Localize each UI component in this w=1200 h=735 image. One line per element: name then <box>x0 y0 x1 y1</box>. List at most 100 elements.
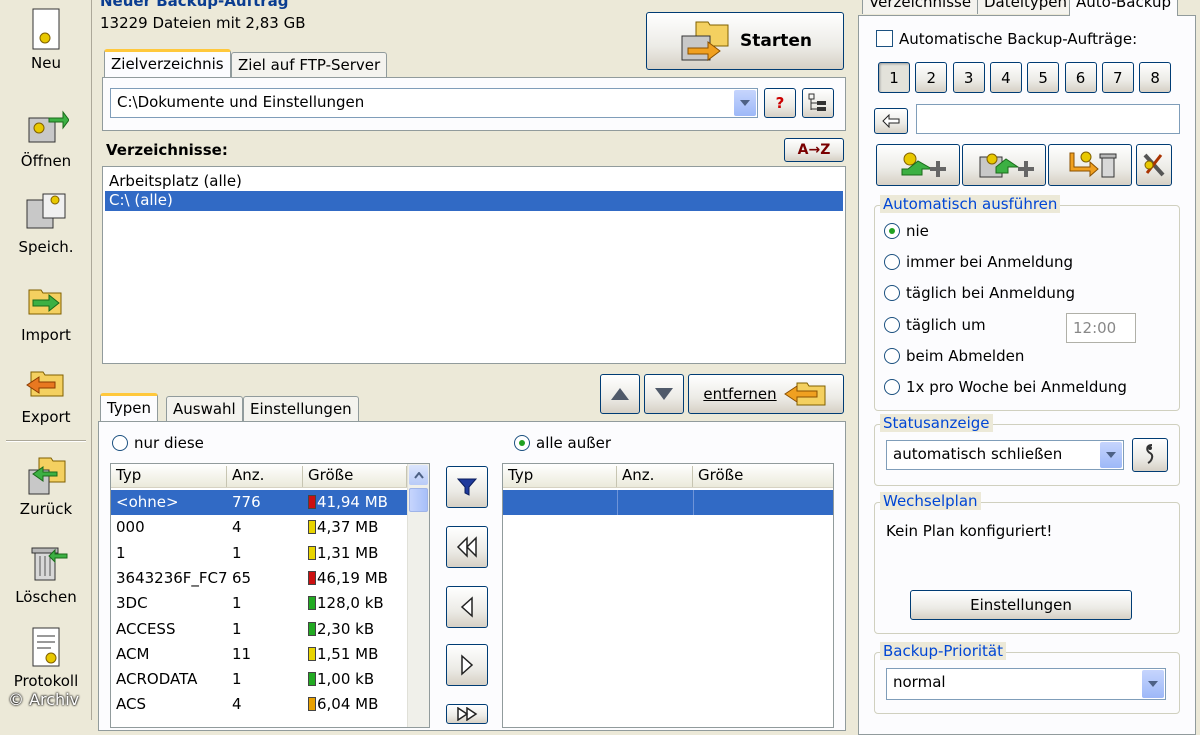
move-down-button[interactable] <box>644 374 684 414</box>
start-backup-icon <box>681 21 729 61</box>
only-these-radio[interactable]: nur diese <box>112 434 204 452</box>
slot-button-1[interactable]: 1 <box>878 62 910 93</box>
scroll-up-button[interactable] <box>409 465 428 485</box>
status-info-button[interactable] <box>1132 438 1168 472</box>
status-title: Statusanzeige <box>880 414 993 432</box>
add-job-button[interactable] <box>876 144 960 186</box>
run-option-radio[interactable]: 1x pro Woche bei Anmeldung <box>884 378 1127 396</box>
plan-settings-button[interactable]: Einstellungen <box>910 590 1132 620</box>
import-button[interactable]: Import <box>4 278 88 344</box>
tab-ftp-target[interactable]: Ziel auf FTP-Server <box>231 52 388 78</box>
count-cell: 1 <box>232 619 242 638</box>
run-option-radio[interactable]: nie <box>884 222 929 240</box>
excluded-row-empty-selected[interactable] <box>503 490 833 515</box>
types-table-row[interactable]: 1 1 1,31 MB <box>111 541 407 566</box>
directory-item[interactable]: Arbeitsplatz (alle) <box>107 172 841 192</box>
types-table-row[interactable]: ACCESS 1 2,30 kB <box>111 617 407 642</box>
move-left-button[interactable] <box>446 586 488 628</box>
types-scrollbar[interactable] <box>407 464 429 727</box>
move-all-right-button[interactable] <box>446 704 488 724</box>
filter-button[interactable] <box>446 466 488 508</box>
tab-auto-backup[interactable]: Auto-Backup <box>1069 0 1178 16</box>
help-button[interactable]: ? <box>764 88 796 118</box>
slot-button-5[interactable]: 5 <box>1027 62 1060 93</box>
run-option-radio[interactable]: täglich um <box>884 316 986 334</box>
tab-directories[interactable]: Verzeichnisse <box>862 0 979 14</box>
rotation-plan-text: Kein Plan konfiguriert! <box>886 522 1053 540</box>
target-path-combo[interactable]: C:\Dokumente und Einstellungen <box>110 88 758 118</box>
save-button[interactable]: Speich. <box>4 190 88 256</box>
priority-combo[interactable]: normal <box>886 668 1166 700</box>
all-except-label: alle außer <box>536 434 612 452</box>
directory-item-selected[interactable]: C:\ (alle) <box>105 191 843 211</box>
all-except-radio[interactable]: alle außer <box>514 434 611 452</box>
size-text: 4,37 MB <box>317 518 379 537</box>
slot-button-8[interactable]: 8 <box>1139 62 1172 93</box>
size-text: 1,00 kB <box>317 670 375 689</box>
directories-list: Arbeitsplatz (alle) C:\ (alle) <box>102 166 846 364</box>
move-up-button[interactable] <box>600 374 640 414</box>
tools-button[interactable] <box>1136 144 1172 186</box>
new-button[interactable]: Neu <box>4 6 88 72</box>
run-option-radio[interactable]: immer bei Anmeldung <box>884 253 1073 271</box>
toolbar-separator <box>6 440 86 442</box>
column-header-type[interactable]: Typ <box>111 466 227 487</box>
tree-view-button[interactable] <box>802 88 834 118</box>
tab-selection[interactable]: Auswahl <box>166 396 243 422</box>
time-input[interactable]: 12:00 <box>1066 313 1136 343</box>
export-button[interactable]: Export <box>4 360 88 426</box>
size-cell: 46,19 MB <box>303 569 407 587</box>
add-folder-button[interactable] <box>962 144 1046 186</box>
move-all-left-button[interactable] <box>446 526 488 568</box>
tab-target-directory[interactable]: Zielverzeichnis <box>104 49 231 77</box>
rotation-plan-title: Wechselplan <box>880 492 981 510</box>
chevron-down-icon[interactable] <box>734 90 756 116</box>
back-button[interactable]: Zurück <box>4 452 88 518</box>
types-table-row[interactable]: 3DC 1 128,0 kB <box>111 591 407 616</box>
types-table-row[interactable]: ACS 4 6,04 MB <box>111 692 407 717</box>
run-option-radio[interactable]: täglich bei Anmeldung <box>884 284 1075 302</box>
chevron-down-icon[interactable] <box>1100 442 1122 468</box>
size-cell: 41,94 MB <box>303 493 407 511</box>
delete-job-button[interactable] <box>1048 144 1132 186</box>
tab-types[interactable]: Typen <box>100 393 158 421</box>
status-combo[interactable]: automatisch schließen <box>886 440 1124 470</box>
size-text: 128,0 kB <box>317 594 384 613</box>
types-table-row[interactable]: <ohne> 776 41,94 MB <box>111 490 407 515</box>
slot-button-4[interactable]: 4 <box>989 62 1022 93</box>
types-table-row[interactable]: 000 4 4,37 MB <box>111 515 407 540</box>
scroll-thumb[interactable] <box>409 488 428 512</box>
slot-name-input[interactable] <box>916 104 1180 134</box>
delete-button[interactable]: Löschen <box>4 540 88 606</box>
types-table-row[interactable]: 3643236F_FC7 65 46,19 MB <box>111 566 407 591</box>
sort-button[interactable]: A→Z <box>784 138 844 162</box>
column-header-size[interactable]: Größe <box>303 466 407 487</box>
column-header-count[interactable]: Anz. <box>227 466 303 487</box>
run-option-radio[interactable]: beim Abmelden <box>884 347 1024 365</box>
size-indicator-icon <box>308 545 316 560</box>
slot-button-3[interactable]: 3 <box>952 62 985 93</box>
radio-on-icon <box>514 435 530 451</box>
only-these-label: nur diese <box>134 434 204 452</box>
radio-off-icon <box>884 285 900 302</box>
chevron-down-icon[interactable] <box>1142 670 1164 698</box>
size-text: 46,19 MB <box>317 568 388 587</box>
types-table-row[interactable]: ACM 11 1,51 MB <box>111 642 407 667</box>
slot-button-7[interactable]: 7 <box>1101 62 1134 93</box>
tab-settings[interactable]: Einstellungen <box>243 396 359 422</box>
excluded-table: Typ Anz. Größe <box>502 463 834 728</box>
slot-button-2[interactable]: 2 <box>915 62 948 93</box>
slot-button-6[interactable]: 6 <box>1064 62 1097 93</box>
excluded-column-size[interactable]: Größe <box>693 466 833 487</box>
excluded-column-count[interactable]: Anz. <box>617 466 693 487</box>
remove-button[interactable]: entfernen <box>688 374 844 414</box>
types-table-row[interactable]: ACRODATA 1 1,00 kB <box>111 667 407 692</box>
open-button[interactable]: Öffnen <box>4 104 88 170</box>
log-button[interactable]: Protokoll <box>4 624 88 690</box>
move-right-button[interactable] <box>446 644 488 686</box>
slot-back-button[interactable] <box>874 108 908 134</box>
start-button[interactable]: Starten <box>646 12 844 70</box>
auto-backup-checkbox[interactable]: Automatische Backup-Aufträge: <box>876 30 1137 48</box>
excluded-column-type[interactable]: Typ <box>503 466 617 487</box>
tab-file-types[interactable]: Dateitypen <box>977 0 1075 14</box>
